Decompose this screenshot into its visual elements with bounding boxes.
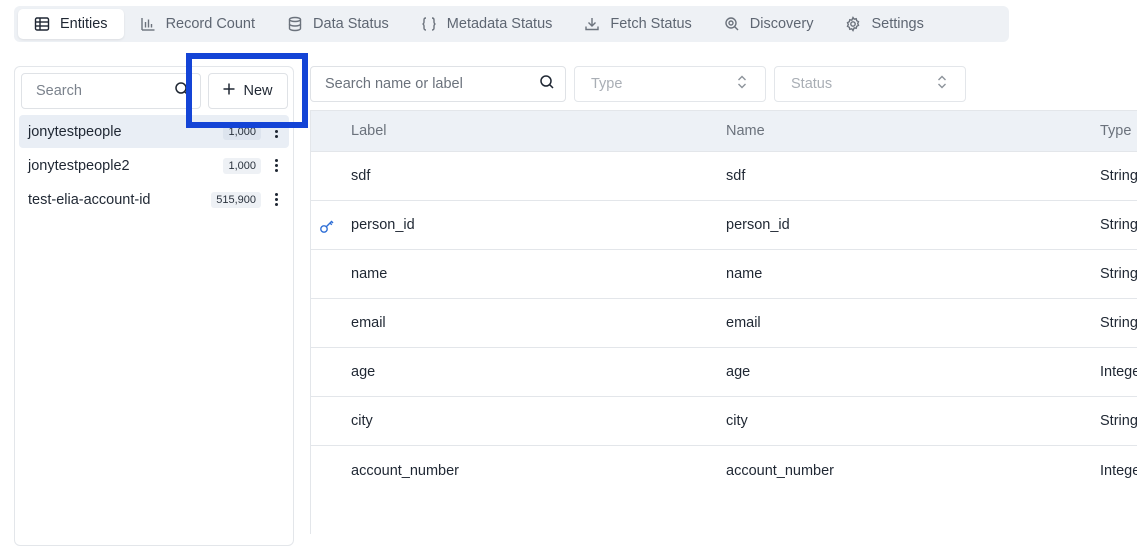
table-icon (34, 16, 50, 32)
braces-icon (421, 16, 437, 32)
status-filter-placeholder: Status (791, 76, 833, 92)
cell-label: age (351, 364, 376, 380)
type-filter-select[interactable]: Type (574, 66, 766, 102)
record-count-badge: 515,900 (211, 191, 261, 208)
tab-label: Fetch Status (610, 16, 692, 32)
record-count-badge: 1,000 (223, 123, 261, 140)
field-search-input[interactable] (323, 75, 539, 93)
database-icon (287, 16, 303, 32)
tab-label: Discovery (749, 16, 814, 32)
tab-label: Entities (60, 16, 108, 32)
cell-type: String (1100, 168, 1137, 184)
record-count-badge: 1,000 (223, 157, 261, 174)
tab-fetch-status[interactable]: Fetch Status (568, 9, 707, 39)
cell-name: email (726, 315, 761, 331)
entity-list: jonytestpeople 1,000 jonytestpeople2 1,0… (19, 115, 289, 217)
cell-name: account_number (726, 462, 835, 479)
cell-type: Integer (1100, 364, 1137, 380)
entity-item-jonytestpeople[interactable]: jonytestpeople 1,000 (19, 115, 289, 148)
tab-label: Settings (871, 16, 924, 32)
more-options-icon[interactable] (271, 193, 281, 206)
bar-chart-icon (140, 16, 156, 32)
cell-type: String (1100, 266, 1137, 282)
status-filter-select[interactable]: Status (774, 66, 966, 102)
table-header: Label Name Type (311, 111, 1137, 152)
tab-record-count[interactable]: Record Count (124, 9, 271, 39)
cell-label: person_id (351, 217, 415, 233)
table-row[interactable]: account_number account_number Integer (311, 446, 1137, 495)
table-row[interactable]: age age Integer (311, 348, 1137, 397)
entity-item-jonytestpeople2[interactable]: jonytestpeople2 1,000 (19, 149, 289, 182)
tab-label: Record Count (165, 16, 256, 32)
zoom-search-icon (724, 16, 740, 32)
search-icon (539, 74, 555, 95)
new-entity-button[interactable]: New (208, 73, 288, 109)
cell-label: account_number (351, 462, 460, 479)
tab-label: Metadata Status (446, 16, 553, 32)
download-icon (584, 16, 600, 32)
cell-type: String (1100, 217, 1137, 233)
top-tab-bar: Entities Record Count Data Status Metada… (14, 6, 1009, 42)
table-row[interactable]: city city String (311, 397, 1137, 446)
key-icon (319, 218, 335, 234)
chevron-up-down-icon (937, 75, 947, 93)
entity-sidebar: New jonytestpeople 1,000 jonytestpeople2… (14, 66, 294, 546)
cell-type: Integer (1100, 462, 1137, 479)
gear-icon (845, 16, 861, 32)
entity-item-test-elia-account-id[interactable]: test-elia-account-id 515,900 (19, 183, 289, 216)
entity-name: jonytestpeople (28, 123, 122, 140)
cell-name: city (726, 413, 748, 429)
cell-name: name (726, 266, 763, 282)
fields-table: Label Name Type sdf sdf String person_id… (310, 110, 1137, 534)
table-row[interactable]: name name String (311, 250, 1137, 299)
cell-name: sdf (726, 168, 746, 184)
table-row[interactable]: email email String (311, 299, 1137, 348)
tab-metadata-status[interactable]: Metadata Status (405, 9, 569, 39)
tab-label: Data Status (313, 16, 389, 32)
fields-panel: Type Status Label Name Type sdf sdf Stri… (310, 66, 1137, 534)
entity-name: test-elia-account-id (28, 191, 151, 208)
table-row[interactable]: person_id person_id String (311, 201, 1137, 250)
cell-label: email (351, 315, 386, 331)
tab-entities[interactable]: Entities (18, 9, 124, 39)
more-options-icon[interactable] (271, 159, 281, 172)
column-header-name[interactable]: Name (726, 123, 765, 139)
chevron-up-down-icon (737, 75, 747, 93)
new-button-label: New (243, 83, 273, 99)
cell-type: String (1100, 413, 1137, 429)
tab-discovery[interactable]: Discovery (708, 9, 830, 39)
search-icon (174, 81, 190, 102)
sidebar-search-input[interactable] (34, 82, 174, 100)
cell-name: age (726, 364, 751, 380)
cell-type: String (1100, 315, 1137, 331)
cell-name: person_id (726, 217, 790, 233)
cell-label: sdf (351, 168, 371, 184)
plus-icon (223, 83, 235, 99)
type-filter-placeholder: Type (591, 76, 623, 92)
column-header-type[interactable]: Type (1100, 123, 1131, 139)
sidebar-search (21, 73, 201, 109)
tab-settings[interactable]: Settings (829, 9, 939, 39)
tab-data-status[interactable]: Data Status (271, 9, 405, 39)
more-options-icon[interactable] (271, 125, 281, 138)
column-header-label[interactable]: Label (351, 123, 386, 139)
cell-label: name (351, 266, 388, 282)
field-search (310, 66, 566, 102)
entity-name: jonytestpeople2 (28, 157, 130, 174)
cell-label: city (351, 413, 373, 429)
table-row[interactable]: sdf sdf String (311, 152, 1137, 201)
